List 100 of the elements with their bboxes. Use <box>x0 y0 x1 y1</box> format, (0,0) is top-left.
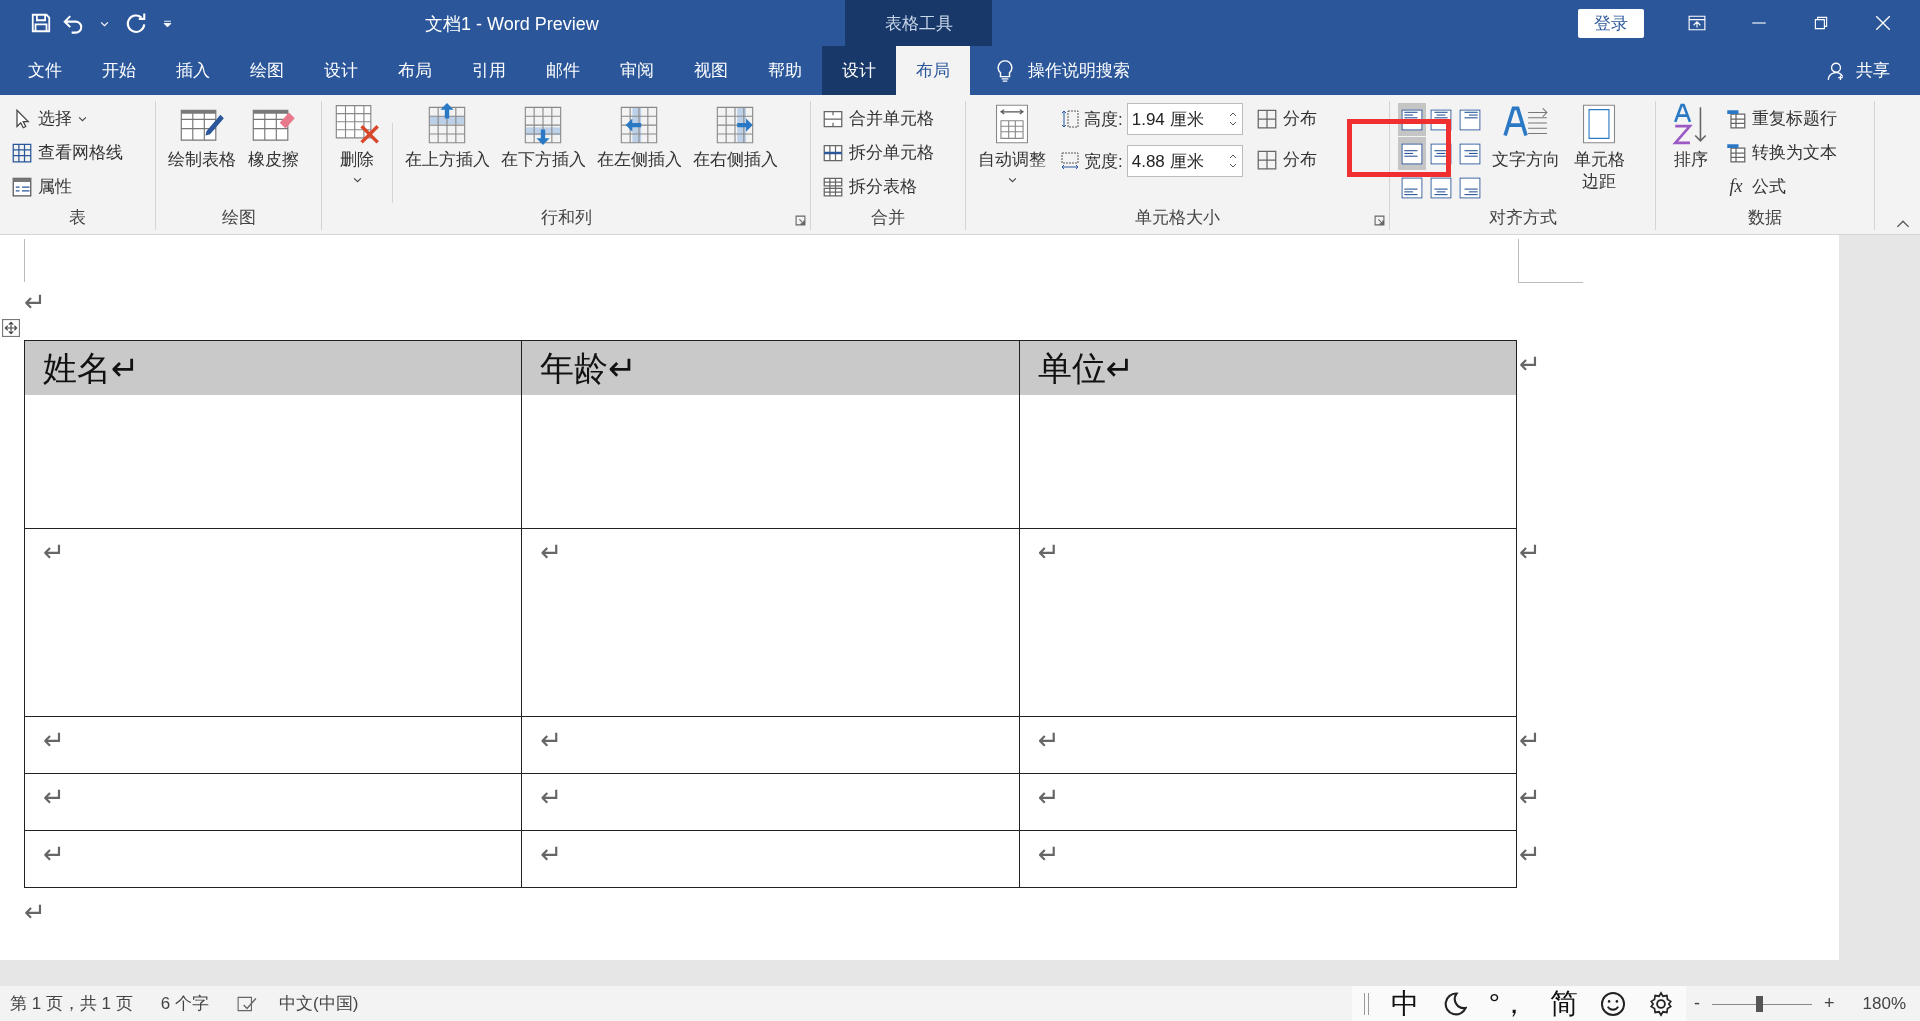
ime-punctuation[interactable]: °， <box>1488 984 1528 1021</box>
redo-icon[interactable] <box>125 12 147 34</box>
ribbon-tab[interactable]: 视图 <box>674 46 748 95</box>
cell-text: ↵ <box>540 782 563 812</box>
distribute-rows-icon <box>1256 108 1277 129</box>
width-label: 宽度: <box>1084 150 1123 173</box>
cell-text: ↵ <box>540 839 563 869</box>
distribute-button[interactable]: 分布 <box>1252 103 1321 134</box>
collapse-ribbon-icon[interactable] <box>1896 219 1910 228</box>
ribbon-button[interactable]: 合并单元格 <box>819 103 957 134</box>
page-count[interactable]: 第 1 页，共 1 页 <box>10 992 133 1015</box>
ribbon-tab[interactable]: 引用 <box>452 46 526 95</box>
ribbon-button[interactable]: 在上方插入 <box>401 103 493 172</box>
distribute-button[interactable]: 分布 <box>1252 144 1321 175</box>
convert-to-text-icon <box>1726 142 1746 163</box>
group-label: 单元格大小 <box>1134 207 1221 229</box>
dialog-launcher-icon[interactable] <box>795 215 806 226</box>
delete-button[interactable]: 删除 <box>330 103 384 185</box>
share-button[interactable]: 共享 <box>1856 46 1890 95</box>
ribbon-button[interactable]: 属性 <box>8 171 147 202</box>
ribbon-button[interactable]: 拆分表格 <box>819 171 957 202</box>
zoom-level[interactable]: 180% <box>1862 993 1906 1014</box>
cell-text: ↵ <box>1037 782 1060 812</box>
customize-icon[interactable] <box>163 18 172 28</box>
formula-icon: fx <box>1726 176 1746 197</box>
proofing-icon[interactable] <box>237 995 257 1012</box>
login-button[interactable]: 登录 <box>1578 8 1644 38</box>
language-label[interactable]: 中文(中国) <box>279 992 359 1015</box>
close-icon[interactable] <box>1874 14 1892 32</box>
ribbon-display-icon[interactable] <box>1688 14 1706 32</box>
dialog-launcher-icon[interactable] <box>1374 215 1385 226</box>
restore-icon[interactable] <box>1812 14 1830 32</box>
table-move-handle[interactable] <box>2 319 20 337</box>
height-field[interactable]: 1.94 厘米 <box>1126 103 1243 135</box>
zoom-slider[interactable] <box>1756 995 1763 1012</box>
ribbon-button[interactable]: 拆分单元格 <box>819 137 957 168</box>
ribbon-tab[interactable]: 布局 <box>378 46 452 95</box>
cell-text: ↵ <box>540 537 563 567</box>
settings-icon[interactable] <box>1648 990 1674 1017</box>
ribbon-button[interactable]: 重复标题行 <box>1722 103 1841 134</box>
save-icon[interactable] <box>30 12 52 34</box>
row-height-icon <box>1060 109 1080 129</box>
crop-mark <box>24 239 25 282</box>
ime-mode[interactable]: 中 <box>1390 984 1419 1021</box>
ribbon-tab[interactable]: 文件 <box>8 46 82 95</box>
row-end-mark: ↵ <box>1519 725 1541 756</box>
paragraph-mark: ↵ <box>24 897 46 928</box>
cell-text: ↵ <box>1037 839 1060 869</box>
group-label: 数据 <box>1747 207 1783 229</box>
cell-text: ↵ <box>43 839 65 869</box>
height-label: 高度: <box>1084 108 1123 131</box>
ribbon-tab[interactable]: 设计 <box>304 46 378 95</box>
ribbon-button[interactable]: 在下方插入 <box>497 103 589 172</box>
properties-icon <box>12 176 32 197</box>
tell-me-search[interactable]: 操作说明搜索 <box>1028 46 1130 95</box>
smiley-icon[interactable] <box>1600 990 1626 1017</box>
ribbon-tab[interactable]: 设计 <box>822 46 896 95</box>
ribbon-button[interactable]: 选择 <box>8 103 147 134</box>
group-label: 行和列 <box>539 207 593 229</box>
ribbon-button[interactable]: fx 公式 <box>1722 171 1841 202</box>
window-title: 文档1 - Word Preview <box>425 13 599 36</box>
autofit-button[interactable]: 自动调整 <box>974 103 1050 185</box>
cell-text: ↵ <box>1037 537 1060 567</box>
ribbon-button[interactable]: 在右侧插入 <box>689 103 781 172</box>
split-table-icon <box>823 176 843 197</box>
zoom-in-button[interactable]: + <box>1824 993 1835 1014</box>
cell-text: ↵ <box>43 537 65 567</box>
ribbon-button[interactable]: 在左侧插入 <box>593 103 685 172</box>
caret-icon <box>1007 175 1017 185</box>
ribbon-tab[interactable]: 审阅 <box>600 46 674 95</box>
cell-text: ↵ <box>540 725 563 755</box>
cell-margins-button[interactable]: 单元格边距 <box>1568 103 1630 194</box>
ribbon-button[interactable]: 绘制表格 <box>164 103 240 172</box>
undo-icon[interactable] <box>62 12 84 34</box>
ribbon-button[interactable]: 橡皮擦 <box>244 103 303 172</box>
cell-text: ↵ <box>1037 725 1060 755</box>
zoom-out-button[interactable]: - <box>1694 993 1700 1014</box>
ribbon-tab[interactable]: 帮助 <box>748 46 822 95</box>
ribbon-tab[interactable]: 绘图 <box>230 46 304 95</box>
repeat-header-icon <box>1726 108 1746 129</box>
word-count[interactable]: 6 个字 <box>160 992 209 1015</box>
row-end-mark: ↵ <box>1519 782 1541 813</box>
width-field[interactable]: 4.88 厘米 <box>1126 145 1243 177</box>
table-delete-icon <box>334 103 380 145</box>
alignment-button[interactable] <box>1398 137 1426 170</box>
text-direction-button[interactable]: 文字方向 <box>1488 103 1564 172</box>
distribute-columns-icon <box>1256 149 1277 170</box>
ribbon-button[interactable]: 转换为文本 <box>1722 137 1841 168</box>
ribbon-button[interactable]: 查看网格线 <box>8 137 147 168</box>
ribbon-tab[interactable]: 布局 <box>896 46 970 95</box>
ribbon-tab[interactable]: 开始 <box>82 46 156 95</box>
cell-text: 姓名↵ <box>25 341 522 395</box>
group-label: 绘图 <box>220 207 257 229</box>
row-end-mark: ↵ <box>1519 349 1541 380</box>
ime-script[interactable]: 简 <box>1550 984 1578 1021</box>
ribbon-tab[interactable]: 插入 <box>156 46 230 95</box>
cell-text: ↵ <box>43 725 65 755</box>
row-end-mark: ↵ <box>1519 839 1541 870</box>
sort-button[interactable]: 排序 <box>1664 103 1718 172</box>
ribbon-tab[interactable]: 邮件 <box>526 46 600 95</box>
